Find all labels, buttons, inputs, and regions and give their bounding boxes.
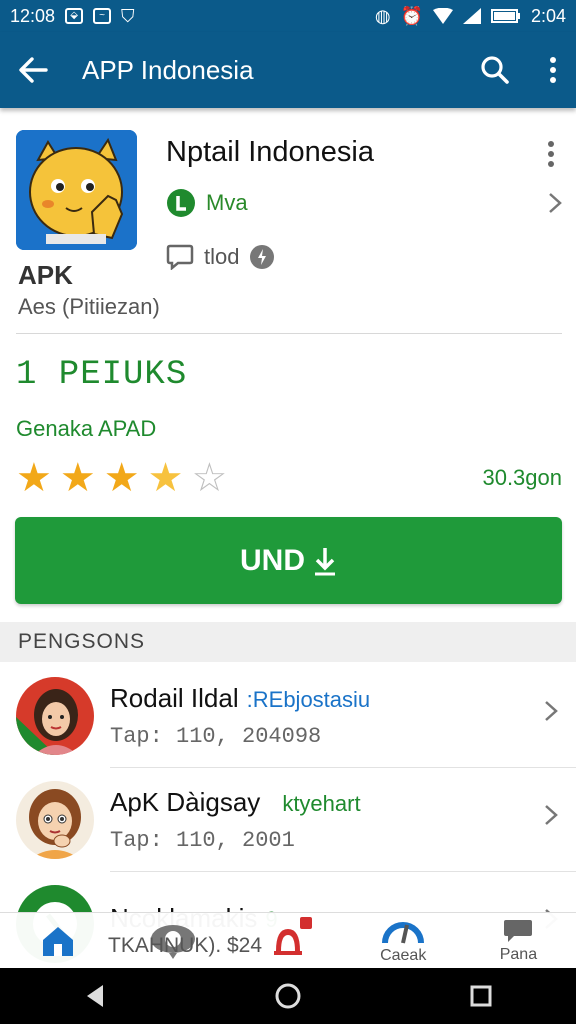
search-icon[interactable] (480, 55, 510, 85)
price-text: TKAHNUK). $24 (108, 934, 263, 957)
nav-messages[interactable]: Pana (461, 913, 576, 968)
signal-icon (462, 8, 481, 24)
list-item-subtitle: Tap: 110, 204098 (110, 723, 322, 749)
system-navigation (0, 968, 576, 1024)
chat-bubble-icon (504, 919, 533, 942)
section-header: PENGSONS (0, 622, 576, 662)
star-icon: ★ (147, 456, 184, 500)
star-icon: ★ (16, 456, 52, 500)
avatar (16, 677, 94, 755)
alarm-icon: ⏰ (400, 5, 423, 26)
genre-label: Genaka APAD (16, 416, 157, 441)
vibrate-icon: ◍ (374, 5, 391, 26)
recents-square-icon[interactable] (469, 984, 493, 1008)
home-circle-icon[interactable] (274, 982, 302, 1010)
nav-home[interactable] (0, 913, 115, 968)
back-triangle-icon[interactable] (83, 983, 107, 1009)
rating-stars: ★ ★ ★ ★ ☆ (16, 458, 227, 498)
meta-row: tlod (166, 244, 275, 270)
app-stats: 1 PEIUKS Genaka APAD ★ ★ ★ ★ ☆ 30.3gon (16, 356, 562, 498)
message-icon: ~ (93, 8, 112, 24)
list-item-tag: ktyehart (282, 790, 361, 816)
apk-label: APK (18, 260, 73, 290)
app-bar: APP Indonesia (0, 32, 576, 108)
list-item-title: ApK Dàigsay (110, 786, 261, 817)
download-icon (315, 547, 335, 575)
list-item-title: Rodail Ildal (110, 682, 239, 713)
back-arrow-icon[interactable] (18, 57, 48, 83)
notification-icon: ⬙ (65, 8, 84, 24)
gauge-icon (382, 921, 425, 943)
chevron-right-icon (549, 193, 562, 213)
shield-icon: ⛉ (121, 5, 135, 26)
star-icon: ★ (103, 456, 140, 500)
rating-row: ★ ★ ★ ★ ☆ 30.3gon (16, 458, 562, 498)
star-icon: ★ (59, 456, 96, 500)
developer-row[interactable]: Mva (166, 188, 562, 218)
list-item[interactable]: ApK Dàigsay ktyehart Tap: 110, 2001 (0, 768, 576, 872)
wifi-icon (432, 8, 453, 24)
battery-icon (490, 9, 520, 23)
flash-icon (250, 245, 275, 269)
status-time: 12:08 (10, 5, 56, 26)
chevron-right-icon (545, 701, 558, 721)
nav-gauge[interactable]: Caeak (346, 913, 461, 968)
comment-icon (166, 244, 194, 270)
app-bar-title: APP Indonesia (82, 54, 254, 85)
downloads-count: 1 PEIUKS (16, 356, 188, 394)
more-options-icon[interactable] (546, 140, 556, 168)
developer-name: Mva (206, 190, 248, 215)
home-icon (42, 926, 73, 956)
apk-sublabel: Aes (Pitiiezan) (18, 294, 160, 319)
app-icon (16, 130, 137, 250)
bottom-navigation: Caeak Pana (0, 912, 576, 968)
overflow-menu-icon[interactable] (548, 56, 558, 84)
status-bar: 12:08 ⬙ ~ ⛉ ◍ ⏰ 2:04 (0, 0, 576, 32)
install-button[interactable]: UND (15, 517, 562, 604)
list-item[interactable]: Rodail Ildal :REbjostasiu Tap: 110, 2040… (0, 664, 576, 768)
chevron-right-icon (545, 805, 558, 825)
nav-gauge-label: Caeak (380, 946, 427, 964)
status-clock: 2:04 (530, 5, 566, 26)
avatar (16, 781, 94, 859)
app-name: Nptail Indonesia (166, 136, 374, 168)
list-item-subtitle: Tap: 110, 2001 (110, 827, 295, 853)
nav-messages-label: Pana (499, 945, 538, 963)
meta-text: tlod (204, 244, 240, 269)
verified-icon (167, 189, 195, 217)
list-item-tag: :REbjostasiu (246, 686, 371, 712)
star-outline-icon: ☆ (191, 456, 228, 500)
rating-count: 30.3gon (482, 465, 562, 490)
notification-badge (299, 917, 312, 929)
app-header: APK Aes (Pitiiezan) Nptail Indonesia Mva… (16, 128, 562, 334)
install-label: UND (240, 543, 305, 577)
